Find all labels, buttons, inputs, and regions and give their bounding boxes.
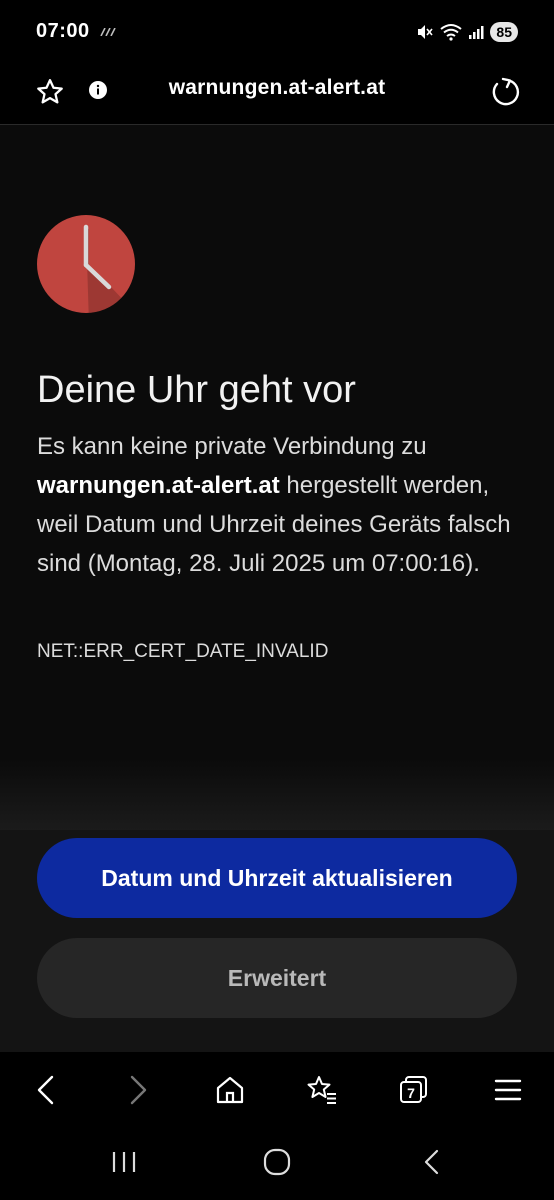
signal-icon [469,26,484,39]
home-circle-icon[interactable] [257,1144,297,1180]
clock-icon [37,215,135,313]
status-icons: 85 [416,20,518,44]
tabs-icon[interactable]: 7 [394,1070,434,1110]
url-address[interactable]: warnungen.at-alert.at [0,76,554,100]
content-fade [0,760,554,830]
action-area: Datum und Uhrzeit aktualisieren Erweiter… [0,830,554,1052]
tab-count: 7 [407,1085,415,1101]
battery-indicator: 85 [490,22,518,42]
wifi-icon [440,24,463,41]
back-icon[interactable] [26,1070,66,1110]
system-back-icon[interactable] [412,1144,452,1180]
error-content: Deine Uhr geht vor Es kann keine private… [0,125,554,830]
error-code: NET::ERR_CERT_DATE_INVALID [37,641,329,662]
bookmarks-icon[interactable] [302,1070,342,1110]
error-description: Es kann keine private Verbindung zu warn… [37,427,517,583]
status-time: 07:00 [36,20,90,42]
status-bar: 07:00 85 [0,0,554,62]
reload-icon[interactable] [486,72,526,112]
menu-icon[interactable] [488,1070,528,1110]
mute-icon [418,25,434,39]
url-bar: warnungen.at-alert.at [0,62,554,125]
system-nav-bar [0,1128,554,1200]
update-date-time-button[interactable]: Datum und Uhrzeit aktualisieren [37,838,517,918]
description-domain: warnungen.at-alert.at [37,472,280,499]
description-text-before: Es kann keine private Verbindung zu [37,433,427,460]
forward-icon[interactable] [118,1070,158,1110]
home-icon[interactable] [210,1070,250,1110]
data-saver-icon [100,28,116,36]
recent-apps-icon[interactable] [104,1144,144,1180]
advanced-button[interactable]: Erweitert [37,938,517,1018]
error-title: Deine Uhr geht vor [37,369,356,411]
bottom-toolbar: 7 [0,1052,554,1128]
